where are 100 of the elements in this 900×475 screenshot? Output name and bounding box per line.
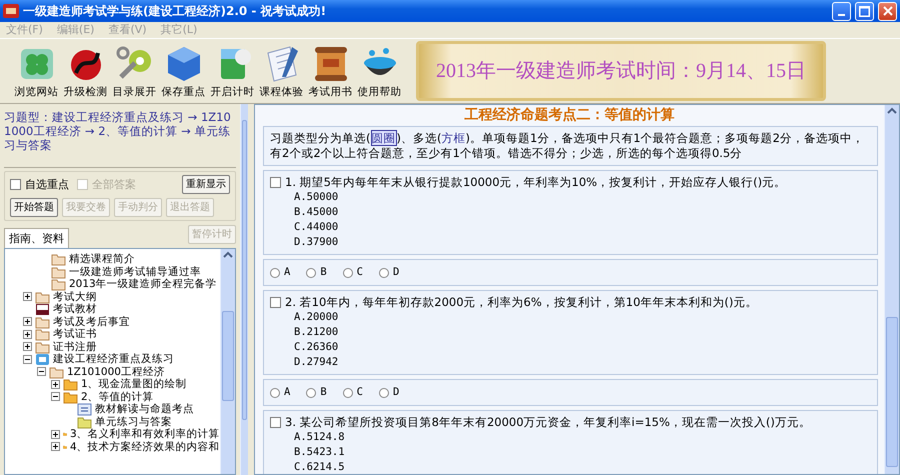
radio-button[interactable] [306, 388, 316, 398]
option-text: D.27942 [293, 355, 340, 370]
radio-label: C [356, 265, 363, 280]
collapse-icon[interactable] [37, 367, 46, 376]
rules-text: 习题类型分为单选(圆圈)、多选(方框)。单项每题1分，备选项中只有1个最符合题意；多项每题2分，备选项中，有2个或2个以上符合题意，至少有1个错项。错选不得分；少选，所选的每个选项得0.5分 [270, 131, 865, 161]
radio-button[interactable] [270, 388, 280, 398]
book-icon [35, 302, 50, 316]
tree-item[interactable]: 考试大纲 [53, 290, 97, 303]
minimize-icon [838, 14, 845, 16]
tree-item[interactable]: 考试教材 [53, 303, 97, 316]
expand-icon[interactable] [51, 430, 60, 439]
folder-icon [35, 314, 50, 329]
expand-icon[interactable] [51, 442, 60, 452]
tree-item[interactable]: 1Z101000工程经济 [67, 366, 165, 378]
toolbar-button[interactable]: 升级检测 [61, 43, 110, 99]
radio-button[interactable] [378, 388, 389, 398]
minimize-button[interactable] [832, 2, 851, 20]
option-text: A.5124.8 [293, 430, 346, 445]
radio-button[interactable] [342, 388, 353, 398]
close-button[interactable] [878, 2, 897, 20]
checkbox-label: 全部答案 [92, 178, 136, 192]
expand-icon[interactable] [23, 317, 32, 326]
tree-item[interactable]: 1、现金流量图的绘制 [81, 378, 187, 390]
question-text: 1. 期望5年内每年年末从银行提款10000元，年利率为10%，按复利计，开始应存人银行()元。 [285, 175, 786, 190]
folder-icon [35, 290, 50, 304]
app-icon [3, 4, 19, 18]
tree-item[interactable]: 考试及考后事宜 [53, 316, 130, 328]
toolbar-button[interactable]: 目录展开 [110, 43, 159, 99]
folder-icon [63, 377, 78, 392]
folder-icon [51, 264, 66, 279]
radio-label: B [320, 385, 327, 400]
tree-item[interactable]: 2013年一级建造师全程完备学 [69, 278, 217, 290]
expand-icon[interactable] [23, 330, 32, 339]
folder-icon [49, 364, 64, 379]
radio-label: D [392, 265, 400, 280]
checkbox[interactable] [270, 417, 281, 428]
toolbar-button[interactable]: 开启计时 [208, 43, 257, 99]
expand-icon[interactable] [23, 342, 32, 352]
folder-icon [35, 327, 50, 342]
toolbar-button[interactable]: 课程体验 [257, 43, 306, 99]
collapse-icon[interactable] [23, 354, 32, 364]
radio-label: B [320, 265, 327, 280]
redisplay-button[interactable]: 重新显示 [182, 175, 230, 194]
checkbox[interactable] [10, 179, 21, 190]
question-text: 3. 某公司希望所投资项目第8年年末有20000万元资金，年复利率i=15%，现在需一次投入()万元。 [285, 415, 811, 430]
checkbox-label: 自选重点 [25, 178, 69, 192]
radio-label: A [284, 385, 290, 400]
close-icon [882, 6, 892, 16]
tab[interactable]: 指南、资料 [4, 228, 69, 248]
tree-item[interactable]: 考试证书 [53, 328, 97, 340]
tree-item[interactable]: 建设工程经济重点及练习 [53, 353, 174, 366]
tree-item[interactable]: 3、名义利率和有效利率的计算 [70, 428, 220, 440]
tree-item[interactable]: 单元练习与答案 [95, 416, 172, 428]
checkbox[interactable] [270, 297, 281, 308]
folder-icon [35, 340, 50, 354]
scrollbar[interactable] [220, 249, 235, 474]
option-text: A.50000 [293, 190, 340, 205]
breadcrumb-text: 习题型：建设工程经济重点及练习 → 1Z101000工程经济 → 2、等值的计算 → 单元练习与答案 [4, 110, 236, 168]
radio-button[interactable] [306, 268, 316, 278]
expand-icon[interactable] [51, 380, 60, 389]
window-title: 一级建造师考试学与练(建设工程经济)2.0 - 祝考试成功! [23, 4, 328, 18]
radio-label: D [392, 385, 400, 400]
option-text: B.21200 [293, 325, 340, 340]
toolbar-button[interactable]: 浏览网站 [12, 43, 61, 99]
content-heading: 工程经济命题考点二：等值的计算 [464, 106, 676, 125]
tree-item[interactable]: 2、等值的计算 [81, 390, 154, 403]
option-text: C.44000 [293, 220, 340, 235]
maximize-button[interactable] [855, 2, 874, 20]
toolbar-button[interactable]: 考试用书 [306, 43, 355, 99]
question-text: 2. 若10年内，每年年初存款2000元，利率为6%，按复利计，第10年年末本利和为()元。 [285, 295, 758, 310]
tree-item[interactable]: 教材解读与命题考点 [95, 403, 194, 416]
option-text: B.45000 [293, 205, 340, 220]
collapse-icon[interactable] [51, 392, 60, 402]
book-icon [35, 352, 50, 366]
folder-icon [63, 390, 78, 404]
option-text: B.5423.1 [293, 445, 346, 460]
radio-button[interactable] [270, 268, 280, 278]
radio-button[interactable] [342, 268, 353, 278]
option-text: A.20000 [293, 310, 340, 325]
option-text: C.26360 [293, 340, 340, 355]
option-text: C.6214.5 [293, 460, 346, 474]
folder-icon [77, 414, 92, 429]
folder-icon [51, 277, 66, 292]
tree-item[interactable]: 一级建造师考试辅导通过率 [69, 266, 201, 278]
tree-item[interactable]: 4、技术方案经济效果的内容和 [70, 440, 220, 453]
scrollbar[interactable] [884, 105, 899, 474]
radio-label: A [284, 265, 290, 280]
document-icon [77, 402, 92, 416]
toolbar-button[interactable]: 保存重点 [159, 43, 208, 99]
option-text: D.37900 [293, 235, 340, 250]
tree-item[interactable]: 精选课程简介 [69, 253, 135, 266]
maximize-icon [859, 6, 870, 16]
scrollbar[interactable] [240, 104, 248, 475]
tree-item[interactable]: 证书注册 [53, 340, 97, 353]
banner-text: 2013年一级建造师考试时间：9月14、15日 [436, 59, 806, 83]
checkbox[interactable] [270, 177, 281, 188]
radio-button[interactable] [378, 268, 389, 278]
action-button[interactable]: 开始答题 [10, 198, 58, 217]
toolbar-button[interactable]: 使用帮助 [355, 43, 404, 99]
expand-icon[interactable] [23, 292, 32, 302]
